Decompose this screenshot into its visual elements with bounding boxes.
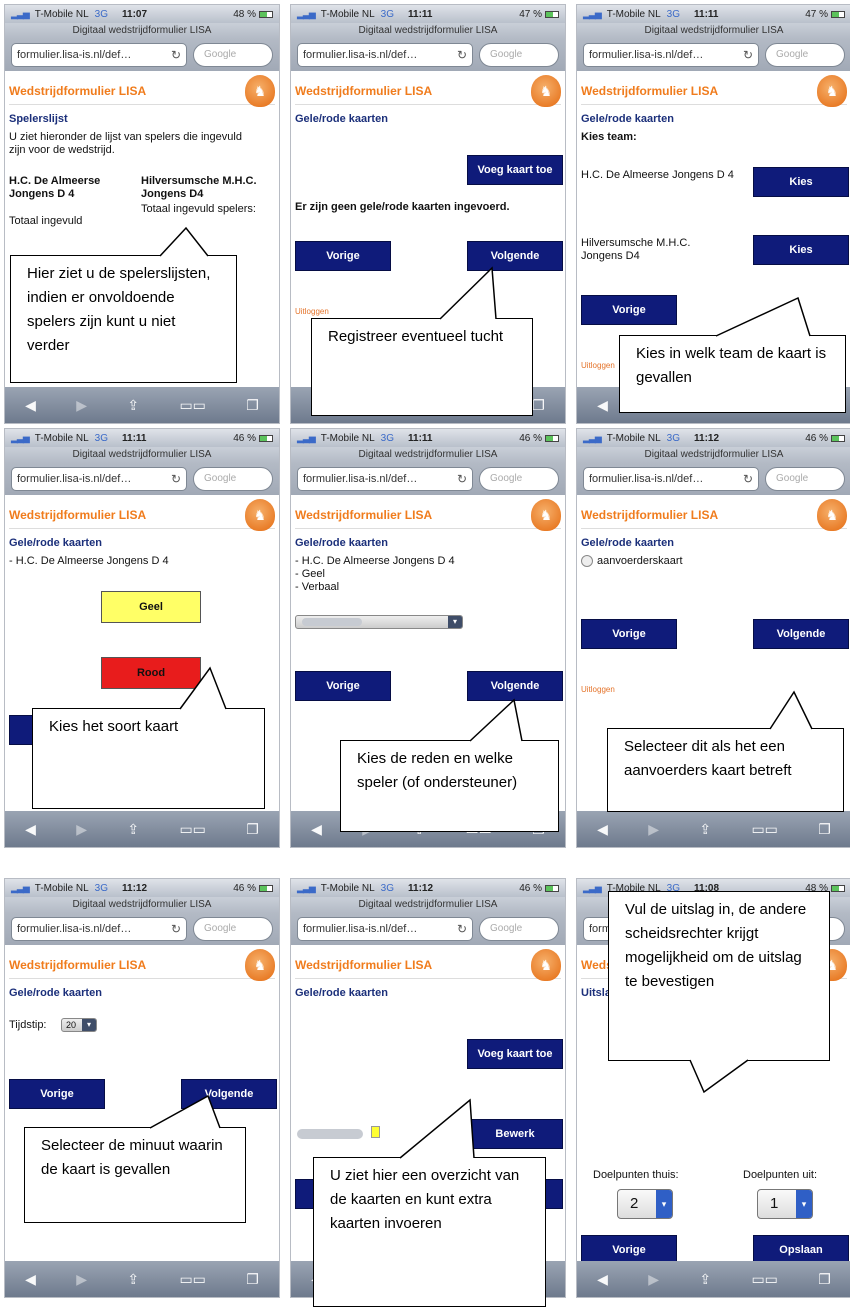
callout-tail bbox=[689, 1059, 749, 1094]
